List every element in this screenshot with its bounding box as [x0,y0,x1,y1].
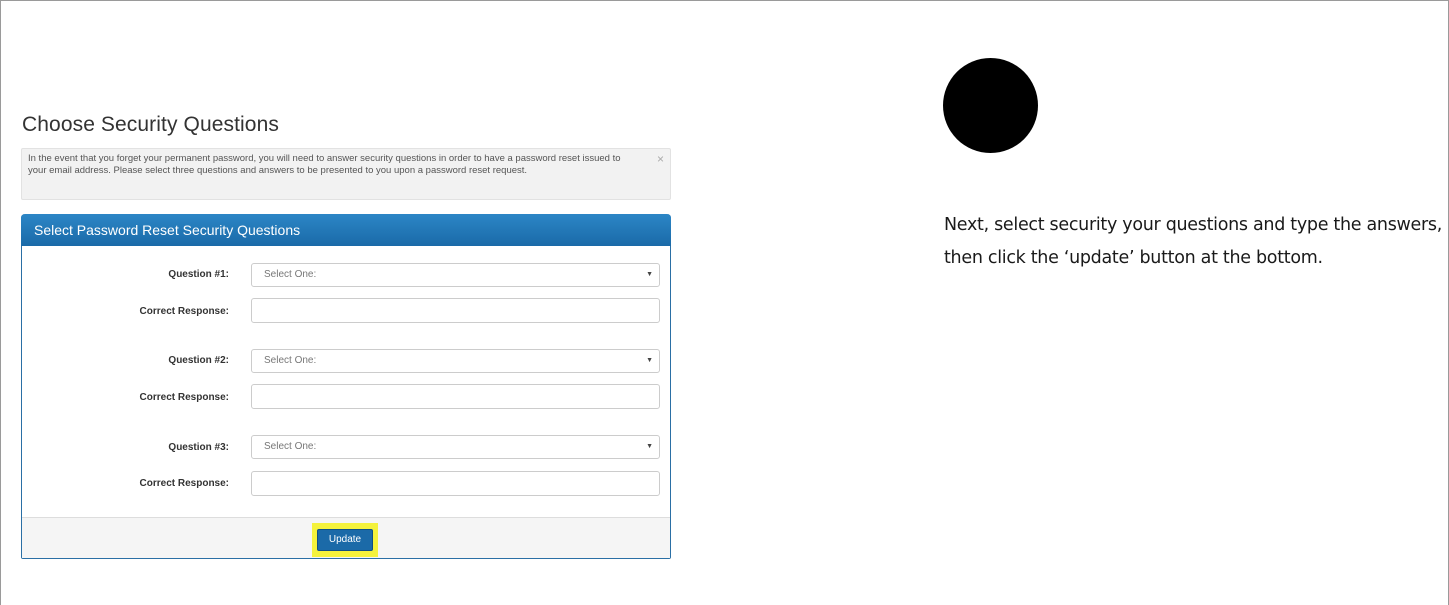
response-3-label: Correct Response: [139,478,229,489]
question-2-select[interactable]: Select One: ▼ [251,349,660,373]
security-questions-panel: Select Password Reset Security Questions… [21,214,671,559]
question-3-select[interactable]: Select One: ▼ [251,435,660,459]
response-1-input[interactable] [251,298,660,323]
question-1-selected-value: Select One: [264,269,317,280]
slide-frame: Choose Security Questions In the event t… [0,0,1449,605]
chevron-down-icon: ▼ [646,357,653,364]
response-2-input[interactable] [251,384,660,409]
alert-text: In the event that you forget your perman… [28,153,621,176]
question-3-label: Question #3: [168,442,229,453]
response-2-label: Correct Response: [139,392,229,403]
chevron-down-icon: ▼ [646,271,653,278]
update-button[interactable]: Update [317,529,373,551]
question-3-selected-value: Select One: [264,441,317,452]
response-3-input[interactable] [251,471,660,496]
info-alert: In the event that you forget your perman… [21,148,671,200]
update-button-highlight: Update [312,523,378,557]
response-1-label: Correct Response: [139,306,229,317]
question-2-selected-value: Select One: [264,355,317,366]
close-icon[interactable]: × [657,152,664,166]
chevron-down-icon: ▼ [646,443,653,450]
step-bullet-dot [943,58,1038,153]
question-1-label: Question #1: [168,269,229,280]
instruction-text: Next, select security your questions and… [944,214,1442,268]
panel-heading: Select Password Reset Security Questions [21,214,671,246]
panel-footer: Update [22,517,670,558]
page-title: Choose Security Questions [22,113,279,136]
question-1-select[interactable]: Select One: ▼ [251,263,660,287]
question-2-label: Question #2: [168,355,229,366]
